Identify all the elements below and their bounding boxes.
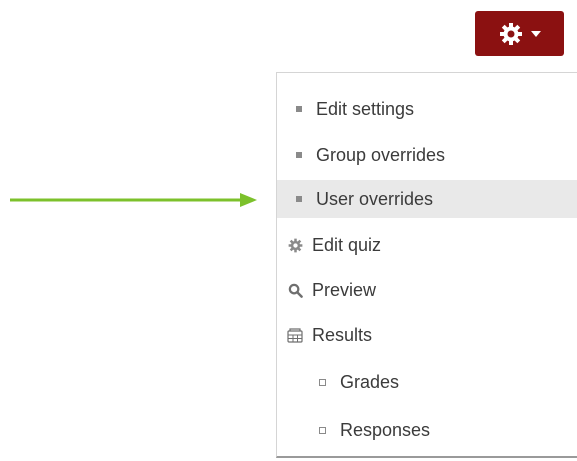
menu-item-label: Responses <box>340 419 431 440</box>
menu-item-results[interactable]: Results <box>277 316 577 354</box>
menu-item-edit-quiz[interactable]: Edit quiz <box>277 226 577 264</box>
bullet-icon <box>296 152 302 158</box>
menu-item-grades[interactable]: Grades <box>277 363 577 401</box>
menu-item-label: Preview <box>312 279 377 300</box>
menu-item-group-overrides[interactable]: Group overrides <box>277 136 577 174</box>
menu-item-edit-settings[interactable]: Edit settings <box>277 90 577 128</box>
caret-down-icon <box>530 30 541 37</box>
bullet-icon <box>296 106 302 112</box>
gear-icon <box>499 22 523 46</box>
table-icon <box>287 327 303 343</box>
menu-item-label: Edit quiz <box>312 234 382 255</box>
menu-item-label: Edit settings <box>316 98 415 119</box>
actions-dropdown-menu: Edit settings Group overrides User overr… <box>276 72 577 458</box>
actions-menu-button[interactable] <box>475 11 564 56</box>
menu-item-preview[interactable]: Preview <box>277 271 577 309</box>
menu-item-label: User overrides <box>316 188 434 209</box>
menu-item-user-overrides[interactable]: User overrides <box>277 180 577 218</box>
menu-item-label: Grades <box>340 371 400 392</box>
menu-item-label: Group overrides <box>316 144 446 165</box>
sub-bullet-icon <box>319 378 326 386</box>
bullet-icon <box>296 196 302 202</box>
sub-bullet-icon <box>319 426 326 434</box>
menu-item-label: Results <box>312 324 373 345</box>
right-arrow-icon <box>10 193 257 207</box>
magnifier-icon <box>287 282 303 298</box>
gear-icon <box>287 237 303 253</box>
menu-item-responses[interactable]: Responses <box>277 411 577 449</box>
